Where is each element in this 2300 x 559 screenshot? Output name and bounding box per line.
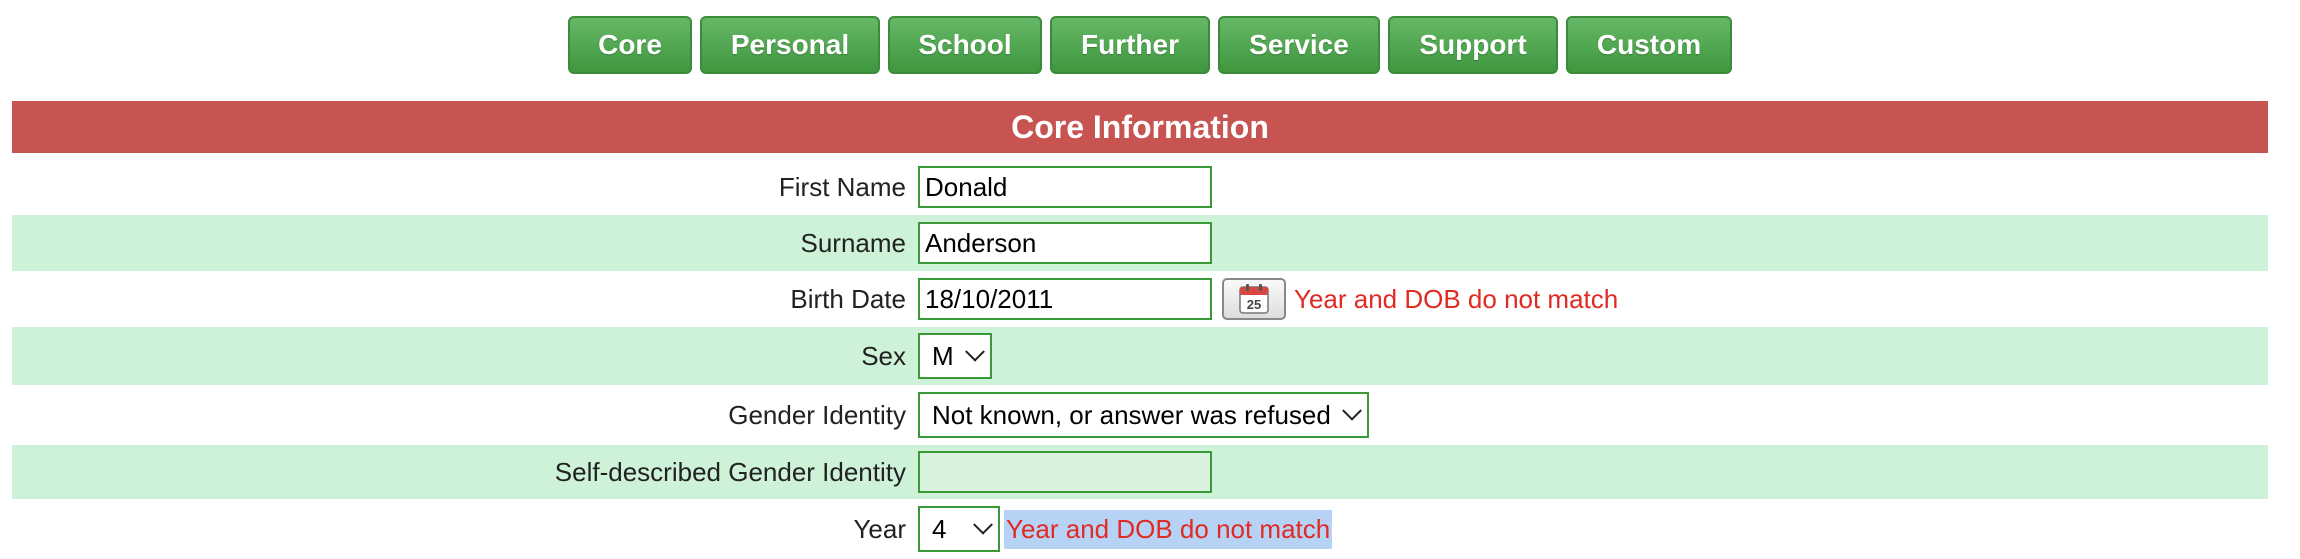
row-surname: Surname	[12, 215, 2268, 271]
birth-date-error: Year and DOB do not match	[1294, 283, 1619, 314]
self-described-input[interactable]	[918, 451, 1212, 493]
year-label: Year	[853, 513, 906, 544]
sex-label: Sex	[861, 340, 906, 371]
tab-support[interactable]: Support	[1388, 16, 1558, 74]
row-birth-date: Birth Date 25 Year and DOB do not match	[12, 271, 2268, 327]
sex-select[interactable]: M	[918, 333, 992, 379]
row-self-described: Self-described Gender Identity	[12, 445, 2268, 499]
chevron-down-icon	[1341, 400, 1362, 421]
gender-identity-value: Not known, or answer was refused	[932, 399, 1331, 430]
tab-custom[interactable]: Custom	[1566, 16, 1732, 74]
gender-identity-label: Gender Identity	[728, 399, 906, 430]
chevron-down-icon	[973, 514, 993, 535]
chevron-down-icon	[964, 341, 985, 362]
row-first-name: First Name	[12, 159, 2268, 215]
calendar-icon: 25	[1239, 284, 1269, 314]
calendar-day-number: 25	[1247, 297, 1261, 312]
gender-identity-select[interactable]: Not known, or answer was refused	[918, 392, 1369, 438]
section-title: Core Information	[12, 101, 2268, 153]
first-name-input[interactable]	[918, 166, 1212, 208]
surname-label: Surname	[800, 227, 907, 258]
first-name-label: First Name	[778, 171, 906, 202]
tab-further[interactable]: Further	[1050, 16, 1210, 74]
year-value: 4	[932, 513, 947, 544]
calendar-button[interactable]: 25	[1222, 278, 1286, 320]
tab-bar: Core Personal School Further Service Sup…	[0, 16, 2300, 74]
surname-input[interactable]	[918, 222, 1212, 264]
tab-service[interactable]: Service	[1218, 16, 1380, 74]
tab-school[interactable]: School	[888, 16, 1042, 74]
year-select[interactable]: 4	[918, 506, 1000, 552]
row-sex: Sex M	[12, 327, 2268, 385]
sex-value: M	[932, 340, 954, 371]
core-form: First Name Surname Birth Date 25 Year an	[12, 159, 2268, 559]
tab-personal[interactable]: Personal	[700, 16, 880, 74]
birth-date-input[interactable]	[918, 278, 1212, 320]
row-year: Year 4 Year and DOB do not match	[12, 499, 2268, 559]
self-described-label: Self-described Gender Identity	[554, 456, 906, 487]
year-error: Year and DOB do not match	[1004, 509, 1333, 549]
tab-core[interactable]: Core	[568, 16, 692, 74]
row-gender-identity: Gender Identity Not known, or answer was…	[12, 385, 2268, 445]
birth-date-label: Birth Date	[790, 283, 906, 314]
